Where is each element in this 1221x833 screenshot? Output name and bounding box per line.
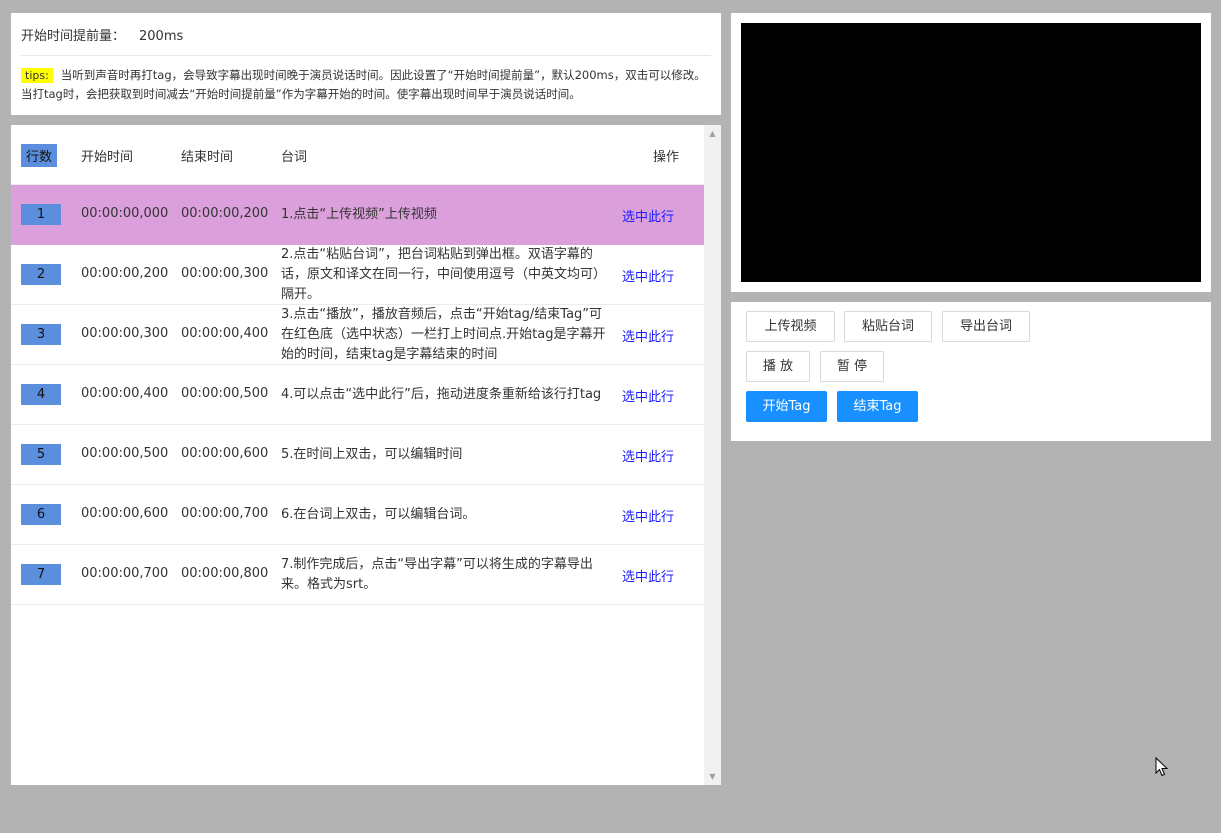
start-time-cell[interactable]: 00:00:00,400: [81, 386, 168, 401]
divider: [21, 55, 711, 56]
table-row[interactable]: 1 00:00:00,000 00:00:00,200 1.点击“上传视频”上传…: [11, 185, 704, 245]
table-row[interactable]: 4 00:00:00,400 00:00:00,500 4.可以点击“选中此行”…: [11, 365, 704, 425]
select-row-link[interactable]: 选中此行: [622, 506, 674, 525]
header-end-time: 结束时间: [181, 150, 234, 165]
row-number: 6: [21, 504, 61, 525]
select-row-link[interactable]: 选中此行: [622, 566, 674, 585]
select-row-link[interactable]: 选中此行: [622, 386, 674, 405]
row-number: 1: [21, 204, 61, 225]
line-text-cell[interactable]: 6.在台词上双击，可以编辑台词。: [281, 485, 611, 545]
start-time-cell[interactable]: 00:00:00,300: [81, 326, 168, 341]
table-row[interactable]: 5 00:00:00,500 00:00:00,600 5.在时间上双击，可以编…: [11, 425, 704, 485]
end-time-cell[interactable]: 00:00:00,700: [181, 506, 268, 521]
row-number: 7: [21, 564, 61, 585]
subtitle-table-panel: 行数 开始时间 结束时间 台词 操作 1 00:00:00,000 00:00:…: [11, 125, 721, 785]
tips-tag: tips:: [21, 68, 53, 83]
end-time-cell[interactable]: 00:00:00,600: [181, 446, 268, 461]
row-number: 2: [21, 264, 61, 285]
table-row[interactable]: 7 00:00:00,700 00:00:00,800 7.制作完成后，点击“导…: [11, 545, 704, 605]
table-header: 行数 开始时间 结束时间 台词 操作: [11, 125, 704, 185]
scroll-up-arrow-icon[interactable]: ▲: [704, 125, 721, 142]
select-row-link[interactable]: 选中此行: [622, 266, 674, 285]
pause-button[interactable]: 暂 停: [820, 351, 884, 382]
line-text-cell[interactable]: 5.在时间上双击，可以编辑时间: [281, 425, 611, 485]
table-row[interactable]: 3 00:00:00,300 00:00:00,400 3.点击“播放”，播放音…: [11, 305, 704, 365]
end-tag-button[interactable]: 结束Tag: [837, 391, 918, 422]
select-row-link[interactable]: 选中此行: [622, 206, 674, 225]
scroll-down-arrow-icon[interactable]: ▼: [704, 768, 721, 785]
subtitle-table: 行数 开始时间 结束时间 台词 操作 1 00:00:00,000 00:00:…: [11, 125, 704, 605]
mouse-cursor-icon: [1155, 757, 1169, 777]
header-row-num: 行数: [21, 144, 58, 167]
end-time-cell[interactable]: 00:00:00,500: [181, 386, 268, 401]
table-row[interactable]: 2 00:00:00,200 00:00:00,300 2.点击“粘贴台词”，把…: [11, 245, 704, 305]
tips: tips: 当听到声音时再打tag，会导致字幕出现时间晚于演员说话时间。因此设置了…: [21, 66, 711, 104]
controls-panel: 上传视频 粘贴台词 导出台词 播 放 暂 停 开始Tag 结束Tag: [731, 302, 1211, 441]
settings-panel: 开始时间提前量： 200ms tips: 当听到声音时再打tag，会导致字幕出现时间…: [11, 13, 721, 115]
start-tag-button[interactable]: 开始Tag: [746, 391, 827, 422]
end-time-cell[interactable]: 00:00:00,800: [181, 566, 268, 581]
start-time-cell[interactable]: 00:00:00,600: [81, 506, 168, 521]
select-row-link[interactable]: 选中此行: [622, 446, 674, 465]
start-time-cell[interactable]: 00:00:00,000: [81, 206, 168, 221]
end-time-cell[interactable]: 00:00:00,300: [181, 266, 268, 281]
table-row[interactable]: 6 00:00:00,600 00:00:00,700 6.在台词上双击，可以编…: [11, 485, 704, 545]
row-number: 3: [21, 324, 61, 345]
header-lines: 台词: [281, 150, 308, 165]
line-text-cell[interactable]: 7.制作完成后，点击“导出字幕”可以将生成的字幕导出来。格式为srt。: [281, 545, 611, 605]
header-operation: 操作: [653, 150, 680, 165]
start-time-cell[interactable]: 00:00:00,500: [81, 446, 168, 461]
end-time-cell[interactable]: 00:00:00,200: [181, 206, 268, 221]
line-text-cell[interactable]: 1.点击“上传视频”上传视频: [281, 185, 611, 245]
header-start-time: 开始时间: [81, 150, 134, 165]
row-number: 4: [21, 384, 61, 405]
row-number: 5: [21, 444, 61, 465]
paste-lines-button[interactable]: 粘贴台词: [844, 311, 932, 342]
video-panel: [731, 13, 1211, 292]
offset-setting[interactable]: 开始时间提前量： 200ms: [21, 25, 183, 44]
video-player[interactable]: [741, 23, 1201, 282]
line-text-cell[interactable]: 3.点击“播放”，播放音频后，点击“开始tag/结束Tag”可在红色底（选中状态…: [281, 305, 611, 365]
vertical-scrollbar[interactable]: ▲ ▼: [704, 125, 721, 785]
end-time-cell[interactable]: 00:00:00,400: [181, 326, 268, 341]
export-lines-button[interactable]: 导出台词: [942, 311, 1030, 342]
select-row-link[interactable]: 选中此行: [622, 326, 674, 345]
start-time-cell[interactable]: 00:00:00,200: [81, 266, 168, 281]
play-button[interactable]: 播 放: [746, 351, 810, 382]
line-text-cell[interactable]: 2.点击“粘贴台词”，把台词粘贴到弹出框。双语字幕的话，原文和译文在同一行，中间…: [281, 245, 611, 305]
offset-label: 开始时间提前量：: [21, 29, 126, 44]
tips-text: 当听到声音时再打tag，会导致字幕出现时间晚于演员说话时间。因此设置了“开始时间…: [21, 68, 706, 101]
line-text-cell[interactable]: 4.可以点击“选中此行”后，拖动进度条重新给该行打tag: [281, 365, 611, 425]
start-time-cell[interactable]: 00:00:00,700: [81, 566, 168, 581]
offset-value[interactable]: 200ms: [139, 29, 183, 44]
upload-video-button[interactable]: 上传视频: [746, 311, 835, 342]
